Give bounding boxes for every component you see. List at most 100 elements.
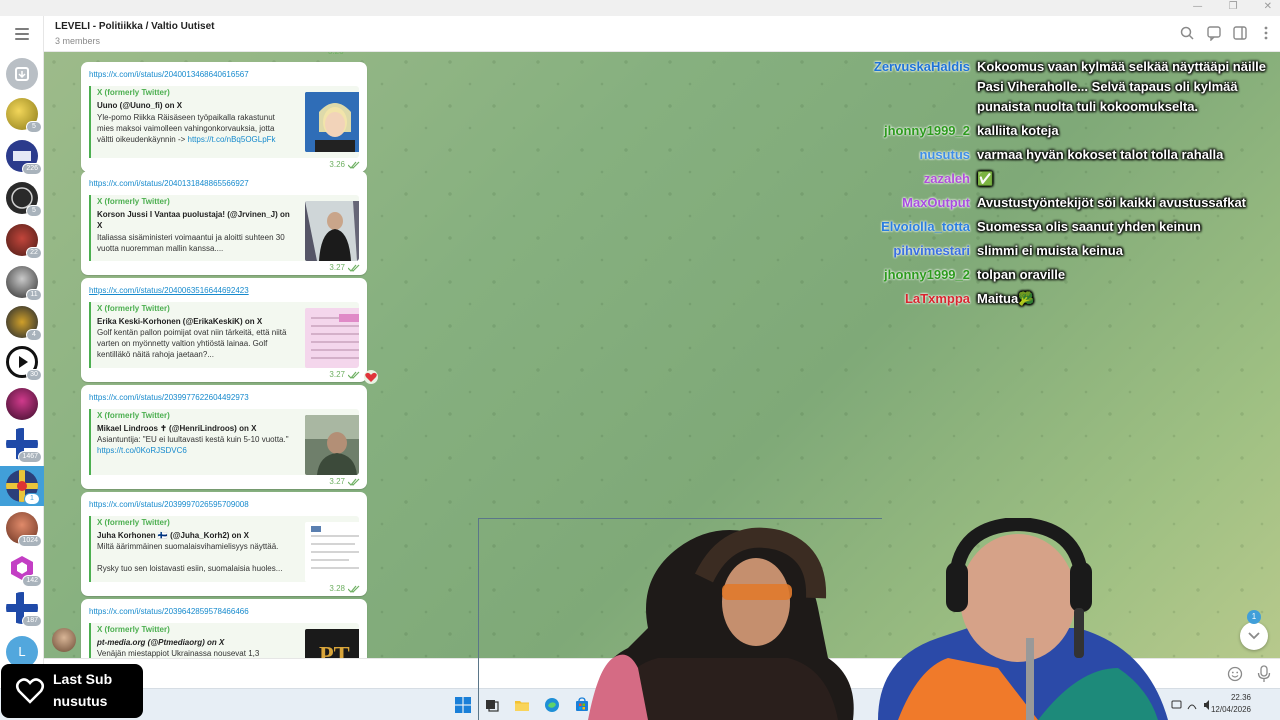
preview-site: X (formerly Twitter): [97, 88, 170, 97]
chat-username: Elvoiolla_totta: [881, 219, 970, 234]
unread-badge: 226: [22, 163, 42, 175]
chat-username: ZervuskaHaldis: [873, 59, 970, 74]
preview-title: Korson Jussi I Vantaa puolustaja! (@Jrvi…: [97, 210, 290, 230]
minimize-button[interactable]: —: [1193, 1, 1203, 12]
chat-username: MaxOutput: [902, 195, 970, 210]
message-bubble[interactable]: https://x.com/i/status/20401318488655669…: [81, 171, 367, 275]
link-preview[interactable]: X (formerly Twitter) pt-media.org (@Ptme…: [89, 623, 359, 658]
chat-avatar[interactable]: 5: [6, 98, 42, 133]
message-time: 3.26: [328, 52, 344, 56]
unread-count-badge: 1: [1247, 610, 1261, 624]
message-bubble[interactable]: https://x.com/i/status/20399776226044929…: [81, 385, 367, 489]
chat-avatar-active[interactable]: 1: [0, 466, 44, 506]
preview-text-link[interactable]: https://t.co/0KoRJSDVC6: [97, 446, 187, 455]
chat-message: Kokoomus vaan kylmää selkää näyttääpi nä…: [977, 59, 1267, 114]
chat-message: tolpan oraville: [977, 267, 1066, 282]
message-bubble[interactable]: https://x.com/i/status/20399970265957090…: [81, 492, 367, 596]
link-preview[interactable]: X (formerly Twitter) Mikael Lindroos ✝ (…: [89, 409, 359, 475]
preview-text: Rysky tuo sen loistavasti esiin, suomala…: [97, 564, 283, 573]
member-count: 3 members: [55, 36, 101, 46]
preview-site: X (formerly Twitter): [97, 518, 170, 527]
link-preview[interactable]: X (formerly Twitter) Uuno (@Uuno_fi) on …: [89, 86, 359, 158]
comments-icon[interactable]: [1206, 25, 1222, 41]
stream-chat-overlay: ZervuskaHaldis Kokoomus vaan kylmää selk…: [862, 57, 1274, 313]
chat-avatar[interactable]: 142: [6, 552, 42, 587]
chat-avatar[interactable]: 1467: [6, 428, 42, 463]
preview-text: Yle-pomo Riikka Räisäseen työpaikalla ra…: [97, 113, 276, 144]
message-bubble[interactable]: https://x.com/i/status/20400134686406165…: [81, 62, 367, 172]
message-time: 3.27: [329, 263, 345, 272]
maximize-button[interactable]: ❐: [1229, 1, 1238, 12]
last-sub-name: nusutus: [53, 693, 108, 709]
heart-reaction-icon[interactable]: [364, 370, 378, 384]
link-preview[interactable]: X (formerly Twitter) Erika Keski-Korhone…: [89, 302, 359, 368]
last-sub-label: Last Sub: [53, 671, 113, 687]
stream-chat-line: LaTxmppa Maitua🥦: [862, 289, 1274, 309]
heart-icon: [16, 678, 44, 704]
message-bubble[interactable]: https://x.com/i/status/20396428595784664…: [81, 599, 367, 658]
stream-chat-line: zazaleh ✅: [862, 169, 1274, 189]
stream-chat-line: jhonny1999_2 tolpan oraville: [862, 265, 1274, 285]
preview-site: X (formerly Twitter): [97, 625, 170, 634]
chat-message: slimmi ei muista keinua: [977, 243, 1123, 258]
unread-badge: 4: [26, 329, 42, 341]
sidebar-toggle-icon[interactable]: [1232, 25, 1248, 41]
unread-badge: 1467: [18, 451, 42, 463]
stream-chat-line: jhonny1999_2 kalliita koteja: [862, 121, 1274, 141]
preview-title: pt-media.org (@Ptmediaorg) on X: [97, 638, 225, 647]
chat-message: Suomessa olis saanut yhden keinun: [977, 219, 1201, 234]
archive-folder[interactable]: [6, 58, 38, 90]
chat-username: pihvimestari: [893, 243, 970, 258]
chat-avatar[interactable]: 1024: [6, 512, 42, 547]
archive-icon: [6, 58, 38, 90]
chat-title[interactable]: LEVELI - Politiikka / Valtio Uutiset: [55, 21, 214, 32]
chat-avatar[interactable]: [6, 388, 38, 420]
chat-avatar[interactable]: 11: [6, 266, 42, 301]
chat-avatar[interactable]: 187: [6, 592, 42, 627]
chat-message: Maitua🥦: [977, 291, 1035, 306]
more-icon[interactable]: [1258, 25, 1274, 41]
preview-thumbnail: [305, 201, 359, 261]
windows-start-icon[interactable]: [455, 697, 471, 713]
chat-avatar[interactable]: 5: [6, 182, 42, 217]
sender-avatar[interactable]: [52, 628, 76, 652]
link-preview[interactable]: X (formerly Twitter) Korson Jussi I Vant…: [89, 195, 359, 261]
chat-avatar[interactable]: 226: [6, 140, 42, 175]
stream-chat-line: MaxOutput Avustustyöntekijöt söi kaikki …: [862, 193, 1274, 213]
preview-thumbnail: PT: [305, 629, 359, 658]
preview-text: Miltä äärimmäinen suomalaisvihamielisyys…: [97, 542, 279, 551]
message-link[interactable]: https://x.com/i/status/20399970265957090…: [89, 500, 249, 509]
unread-badge: 22: [26, 247, 42, 259]
read-ticks-icon: [348, 585, 360, 593]
chat-message: kalliita koteja: [977, 123, 1059, 138]
preview-text-link[interactable]: https://t.co/nBq5OGLpFk: [188, 135, 276, 144]
screen: — ❐ ✕ 5 226 5 22 11 4 30 1467 1 1024 142…: [0, 0, 1280, 720]
chat-username: jhonny1999_2: [884, 267, 970, 282]
message-link[interactable]: https://x.com/i/status/20399776226044929…: [89, 393, 249, 402]
preview-site: X (formerly Twitter): [97, 304, 170, 313]
message-link[interactable]: https://x.com/i/status/20396428595784664…: [89, 607, 249, 616]
window-title-bar: — ❐ ✕: [0, 0, 1280, 16]
search-icon[interactable]: [1179, 25, 1195, 41]
preview-text: Italiassa sisäministeri voimaantui ja al…: [97, 233, 285, 253]
chat-avatar[interactable]: 4: [6, 306, 42, 341]
message-time: 3.26: [329, 160, 345, 169]
message-link[interactable]: https://x.com/i/status/20400635166446924…: [89, 286, 249, 295]
webcam-overlay: [478, 518, 1280, 720]
read-ticks-icon: [348, 161, 360, 169]
unread-badge: 142: [22, 575, 42, 587]
preview-site: X (formerly Twitter): [97, 411, 170, 420]
unread-badge: 30: [26, 369, 42, 381]
message-bubble[interactable]: https://x.com/i/status/20400635166446924…: [81, 278, 367, 382]
message-link[interactable]: https://x.com/i/status/20401318488655669…: [89, 179, 249, 188]
chat-avatar[interactable]: 30: [6, 346, 42, 381]
chat-username: nusutus: [919, 147, 970, 162]
menu-icon[interactable]: [15, 28, 29, 40]
chat-username: LaTxmppa: [904, 291, 970, 306]
scroll-to-bottom-button[interactable]: [1240, 622, 1268, 650]
link-preview[interactable]: X (formerly Twitter) Juha Korhonen 🇫🇮 (@…: [89, 516, 359, 582]
message-link[interactable]: https://x.com/i/status/20400134686406165…: [89, 70, 249, 79]
close-button[interactable]: ✕: [1264, 1, 1272, 12]
chat-avatar[interactable]: 22: [6, 224, 42, 259]
preview-text: Asiantuntija: "EU ei luultavasti kestä k…: [97, 435, 289, 455]
